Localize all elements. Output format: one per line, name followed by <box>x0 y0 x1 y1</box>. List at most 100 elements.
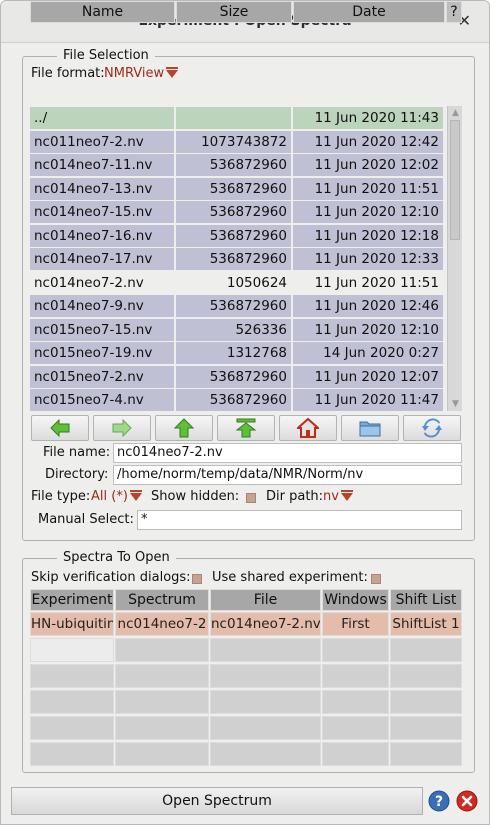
spectrum-cell[interactable]: ShiftList 1 <box>390 612 462 636</box>
file-row[interactable]: nc014neo7-15.nv 536872960 11 Jun 2020 12:1… <box>30 201 445 223</box>
file-size-cell: 1050624 <box>176 271 292 294</box>
back-button[interactable] <box>31 415 89 441</box>
spectrum-cell[interactable]: nc014neo7-2 <box>115 612 209 636</box>
empty-cell[interactable] <box>322 638 389 662</box>
empty-cell[interactable] <box>30 716 114 740</box>
column-header-name[interactable]: Name <box>30 1 175 23</box>
home-button[interactable] <box>279 415 337 441</box>
empty-cell[interactable] <box>390 638 462 662</box>
dir-path-label: Dir path: <box>266 489 324 504</box>
refresh-button[interactable] <box>403 415 461 441</box>
empty-cell[interactable] <box>30 690 114 714</box>
column-header-shift-list[interactable]: Shift List <box>390 589 462 611</box>
file-name-cell: nc011neo7-2.nv <box>30 130 175 153</box>
up-directory-button[interactable] <box>155 415 213 441</box>
empty-cell[interactable] <box>115 690 209 714</box>
file-date-cell: 11 Jun 2020 12:10 <box>293 318 444 341</box>
empty-cell[interactable] <box>210 638 321 662</box>
empty-cell[interactable] <box>390 664 462 688</box>
file-size-cell: 1073743872 <box>176 130 292 153</box>
file-list-scrollbar[interactable]: ▲ ▼ <box>447 106 462 411</box>
file-name-cell: nc014neo7-13.nv <box>30 177 175 200</box>
empty-cell[interactable] <box>115 742 209 766</box>
file-type-value: All (*) <box>91 489 128 504</box>
file-row[interactable]: nc014neo7-16.nv 536872960 11 Jun 2020 12:1… <box>30 224 445 247</box>
file-format-dropdown[interactable]: NMRView <box>104 66 179 81</box>
file-row[interactable]: nc014neo7-2.nv 1050624 11 Jun 2020 11:51 <box>30 271 445 294</box>
empty-cell[interactable] <box>390 690 462 714</box>
file-name-cell: nc015neo7-4.nv <box>30 389 175 411</box>
empty-cell[interactable] <box>210 716 321 740</box>
cancel-button[interactable] <box>455 788 479 814</box>
file-row[interactable]: nc015neo7-19.nv 1312768 14 Jun 2020 0:27 <box>30 342 445 364</box>
empty-cell[interactable] <box>115 664 209 688</box>
file-row[interactable]: nc015neo7-2.nv 536872960 11 Jun 2020 12:07 <box>30 365 445 388</box>
manual-select-input[interactable]: * <box>137 510 462 530</box>
scroll-up-icon[interactable]: ▲ <box>449 107 462 119</box>
file-date-cell: 11 Jun 2020 12:07 <box>293 365 444 388</box>
new-folder-button[interactable] <box>341 415 399 441</box>
top-directory-button[interactable] <box>217 415 275 441</box>
empty-cell[interactable] <box>322 690 389 714</box>
empty-cell[interactable] <box>322 664 389 688</box>
file-date-cell: 11 Jun 2020 12:10 <box>293 201 444 223</box>
empty-cell[interactable] <box>115 716 209 740</box>
column-header-spectrum[interactable]: Spectrum <box>115 589 209 611</box>
column-chooser-button[interactable]: ? <box>446 1 462 23</box>
empty-cell[interactable] <box>322 716 389 740</box>
file-size-cell: 536872960 <box>176 295 292 317</box>
file-row[interactable]: nc011neo7-2.nv 1073743872 11 Jun 2020 12:4… <box>30 130 445 153</box>
file-date-cell: 14 Jun 2020 0:27 <box>293 342 444 364</box>
file-size-cell: 536872960 <box>176 154 292 176</box>
use-shared-experiment-checkbox[interactable] <box>371 571 381 586</box>
empty-cell[interactable] <box>30 664 114 688</box>
file-row[interactable]: nc014neo7-13.nv 536872960 11 Jun 2020 11:5… <box>30 177 445 200</box>
file-name-cell: nc014neo7-15.nv <box>30 201 175 223</box>
file-row[interactable]: nc014neo7-17.nv 536872960 11 Jun 2020 12:3… <box>30 248 445 270</box>
file-date-cell: 11 Jun 2020 11:47 <box>293 389 444 411</box>
skip-verification-checkbox[interactable] <box>192 571 202 586</box>
spectrum-cell[interactable]: First <box>322 612 389 636</box>
directory-input[interactable]: /home/norm/temp/data/NMR/Norm/nv <box>113 465 462 485</box>
column-header-experiment[interactable]: Experiment <box>30 589 114 611</box>
empty-cell[interactable] <box>210 690 321 714</box>
file-name-input[interactable]: nc014neo7-2.nv <box>113 443 462 463</box>
back-arrow-icon <box>50 419 70 437</box>
empty-cell[interactable] <box>30 742 114 766</box>
file-row[interactable]: nc014neo7-9.nv 536872960 11 Jun 2020 12:46 <box>30 295 445 317</box>
file-name-cell: nc015neo7-19.nv <box>30 342 175 364</box>
show-hidden-checkbox[interactable] <box>246 490 256 505</box>
scroll-down-icon[interactable]: ▼ <box>449 398 462 410</box>
empty-cell[interactable] <box>210 664 321 688</box>
file-name-cell: ../ <box>30 107 175 129</box>
parent-directory-row[interactable]: ../ 11 Jun 2020 11:43 <box>30 107 445 129</box>
spectrum-cell[interactable]: nc014neo7-2.nv <box>210 612 321 636</box>
refresh-icon <box>422 418 442 438</box>
empty-cell[interactable] <box>322 742 389 766</box>
empty-cell[interactable] <box>115 638 209 662</box>
file-row[interactable]: nc015neo7-4.nv 536872960 11 Jun 2020 11:47 <box>30 389 445 411</box>
file-type-dropdown[interactable]: All (*) <box>91 489 142 504</box>
spectra-legend: Spectra To Open <box>57 550 176 565</box>
close-icon <box>456 790 478 812</box>
help-button[interactable]: ? <box>427 788 451 814</box>
dir-path-dropdown[interactable]: nv <box>323 489 353 504</box>
column-header-file[interactable]: File <box>210 589 321 611</box>
file-row[interactable]: nc014neo7-11.nv 536872960 11 Jun 2020 12:0… <box>30 154 445 176</box>
file-date-cell: 11 Jun 2020 12:33 <box>293 248 444 270</box>
directory-label: Directory: <box>45 467 109 482</box>
column-header-size[interactable]: Size <box>176 1 292 23</box>
column-header-windows[interactable]: Windows <box>322 589 389 611</box>
column-header-date[interactable]: Date <box>293 1 445 23</box>
scrollbar-thumb[interactable] <box>450 120 460 240</box>
empty-cell[interactable] <box>390 716 462 740</box>
file-row[interactable]: nc015neo7-15.nv 526336 11 Jun 2020 12:10 <box>30 318 445 341</box>
forward-button[interactable] <box>93 415 151 441</box>
open-spectrum-button[interactable]: Open Spectrum <box>11 787 423 815</box>
manual-select-label: Manual Select: <box>38 512 134 527</box>
spectrum-cell[interactable]: HN-ubiquitin <box>30 612 114 636</box>
empty-cell[interactable] <box>210 742 321 766</box>
file-size-cell: 536872960 <box>176 248 292 270</box>
empty-cell[interactable] <box>30 638 114 662</box>
empty-cell[interactable] <box>390 742 462 766</box>
